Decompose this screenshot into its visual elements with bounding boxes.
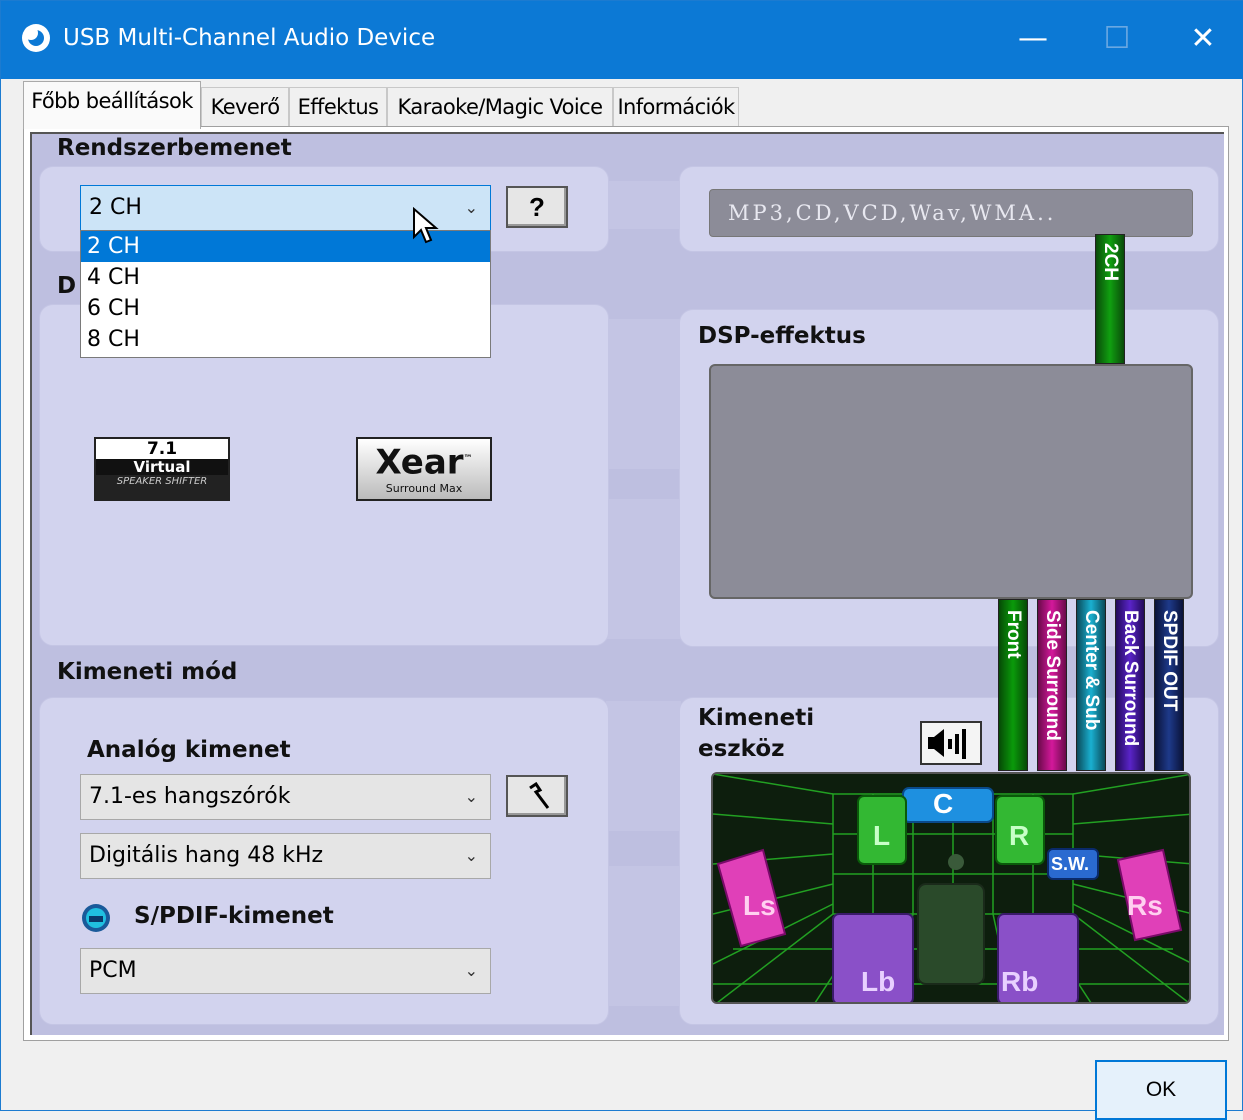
strip-center-sub: Center & Sub [1076,599,1106,771]
spdif-icon[interactable] [81,903,111,933]
mouse-cursor-icon [413,207,439,244]
ok-button[interactable]: OK [1095,1060,1227,1120]
hammer-icon [529,781,550,809]
speaker-room-visual: C L R S.W. Ls Rs Lb Rb [711,772,1191,1004]
close-icon[interactable]: ✕ [1159,1,1243,79]
connector [606,319,681,469]
speaker-left-back-label: Lb [861,966,896,997]
tab-main-settings[interactable]: Főbb beállítások [23,81,201,129]
spdif-header: S/PDIF-kimenet [134,903,334,929]
speaker-left-label: L [873,820,891,851]
2ch-signal-strip: 2CH [1095,234,1125,364]
chevron-down-icon: ⌄ [464,846,478,865]
digital-audio-select[interactable]: Digitális hang 48 kHz ⌄ [80,833,491,879]
maximize-icon[interactable]: ☐ [1073,1,1161,79]
speaker-test-button[interactable] [506,775,568,817]
speaker-volume-button[interactable] [920,721,982,765]
minimize-icon[interactable]: — [989,1,1077,79]
chevron-down-icon: ⌄ [464,787,478,806]
analog-header: Analóg kimenet [87,737,291,763]
dropdown-option[interactable]: 8 CH [81,324,490,355]
device-header: Kimeneti eszköz [698,705,815,762]
help-button[interactable]: ? [506,186,568,228]
dropdown-option[interactable]: 4 CH [81,262,490,293]
speaker-volume-icon [928,729,966,759]
source-formats-display: MP3,CD,VCD,Wav,WMA.. [709,189,1193,237]
virtual-speaker-shifter-logo[interactable]: 7.1 Virtual SPEAKER SHIFTER [94,437,230,501]
chevron-down-icon: ⌄ [464,961,478,980]
connector [606,701,681,831]
speaker-right-label: R [1009,820,1030,851]
speaker-right-side-label: Rs [1127,890,1163,921]
input-header: Rendszerbemenet [57,135,292,161]
dsp-header: D [57,273,77,299]
strip-front: Front [998,599,1028,771]
speaker-center-label: C [933,788,954,819]
dropdown-option[interactable]: 6 CH [81,293,490,324]
chevron-down-icon: ⌄ [464,198,478,217]
app-icon [22,24,50,52]
tab-effects[interactable]: Effektus [289,87,387,127]
speaker-config-select[interactable]: 7.1-es hangszórók ⌄ [80,774,491,820]
speaker-subwoofer-label: S.W. [1051,854,1090,874]
spdif-format-select[interactable]: PCM ⌄ [80,948,491,994]
output-header: Kimeneti mód [57,659,238,685]
strip-back-surround: Back Surround [1115,599,1145,771]
strip-spdif-out: SPDIF OUT [1154,599,1184,771]
dsp-effect-header: DSP-effektus [698,323,866,349]
connector [606,866,681,1006]
xear-surround-logo[interactable]: Xear™ Surround Max [356,437,492,501]
tab-info[interactable]: Információk [613,87,739,127]
window-title: USB Multi-Channel Audio Device [63,25,436,51]
dialog-window: USB Multi-Channel Audio Device — ☐ ✕ Főb… [0,0,1243,1120]
connector [606,181,681,229]
speaker-right-back-label: Rb [1001,966,1039,997]
input-channel-dropdown[interactable]: 2 CH 4 CH 6 CH 8 CH [80,230,491,358]
tab-karaoke[interactable]: Karaoke/Magic Voice [387,87,613,127]
strip-side-surround: Side Surround [1037,599,1067,771]
dsp-effect-display [709,364,1193,599]
tab-mixer[interactable]: Keverő [201,87,289,127]
speaker-left-side-label: Ls [743,890,776,921]
connector [606,499,681,639]
title-bar[interactable]: USB Multi-Channel Audio Device — ☐ ✕ [1,1,1243,79]
